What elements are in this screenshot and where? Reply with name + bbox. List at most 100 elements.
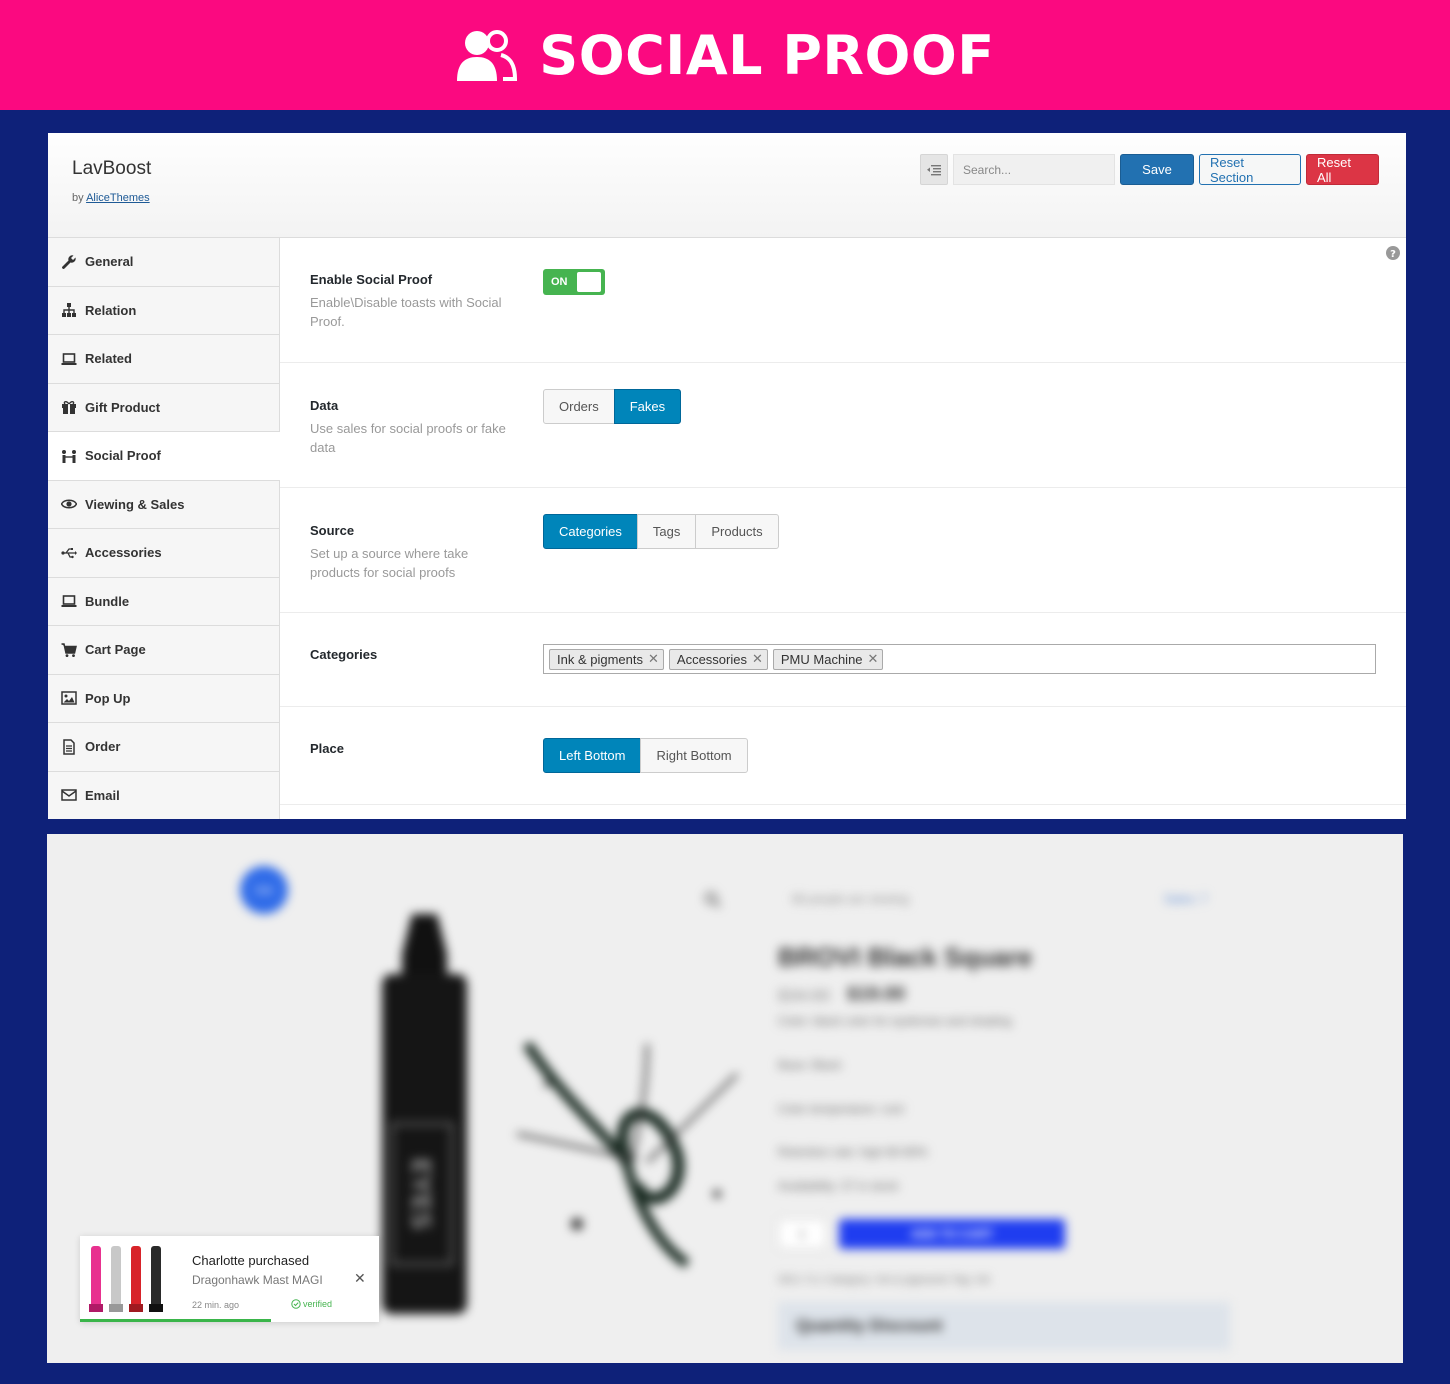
sidebar-item-general[interactable]: General (48, 238, 279, 287)
field-title: Place (310, 741, 344, 756)
product-spec: Base: Black (778, 1058, 842, 1072)
new-price: $19.00 (847, 984, 906, 1005)
sidebar-item-label: Gift Product (85, 399, 161, 415)
toggle-knob (577, 272, 601, 292)
categories-select[interactable]: Ink & pigments ✕ Accessories ✕ PMU Machi… (543, 644, 1376, 674)
verified-label: verified (303, 1299, 333, 1309)
toast-progress-bar (80, 1319, 272, 1322)
sidebar-item-social-proof[interactable]: Social Proof (48, 432, 280, 481)
banner-title: SOCIAL PROOF (539, 23, 995, 87)
check-circle-icon (291, 1299, 301, 1309)
cart-icon (61, 643, 77, 657)
users-icon (457, 30, 518, 81)
wrench-icon (62, 255, 76, 269)
help-icon[interactable]: ? (1386, 246, 1400, 260)
list-icon (927, 164, 941, 175)
product-meta: SKU: 5.1 Category: Ink & pigments Tag: I… (778, 1274, 990, 1286)
product-spec: Availability: 37 in stock (778, 1179, 899, 1193)
sidebar-item-cart-page[interactable]: Cart Page (48, 626, 279, 675)
field-categories: Categories Ink & pigments ✕ Accessories … (280, 613, 1406, 707)
source-option-tags[interactable]: Tags (636, 514, 697, 549)
field-title: Source (310, 523, 355, 538)
sidebar-item-label: Email (85, 787, 120, 803)
data-option-fakes[interactable]: Fakes (613, 389, 682, 424)
old-price: $34.00 (778, 986, 830, 1005)
zoom-icon (705, 892, 721, 908)
social-proof-toast[interactable]: Charlotte purchased Dragonhawk Mast MAGI… (80, 1236, 379, 1322)
sidebar-item-label: Viewing & Sales (85, 496, 185, 512)
product-bottle-image: EYES (382, 914, 467, 1314)
sidebar-item-label: Accessories (85, 545, 162, 561)
field-label: Source Set up a source where take produc… (310, 523, 543, 612)
sidebar-item-pop-up[interactable]: Pop Up (48, 674, 279, 723)
reset-all-button[interactable]: Reset All (1306, 154, 1379, 185)
sidebar-item-label: Bundle (85, 593, 130, 609)
app-name: LavBoost (72, 158, 152, 179)
sales-count: Sales: 7 (1164, 892, 1208, 906)
tag-label: Ink & pigments (557, 651, 643, 667)
place-option-right-bottom[interactable]: Right Bottom (640, 738, 748, 773)
data-option-orders[interactable]: Orders (543, 389, 615, 424)
sidebar-item-label: General (85, 254, 134, 270)
sidebar-item-label: Cart Page (85, 642, 146, 658)
field-source: Source Set up a source where take produc… (280, 488, 1406, 613)
field-place: Place Left Bottom Right Bottom (280, 707, 1406, 805)
sidebar-item-related[interactable]: Related (48, 335, 279, 384)
usb-icon (61, 547, 77, 558)
field-label: Categories (310, 647, 543, 706)
remove-tag-icon[interactable]: ✕ (752, 651, 763, 667)
place-button-group: Left Bottom Right Bottom (543, 738, 748, 773)
sidebar-item-relation[interactable]: Relation (48, 286, 279, 335)
tag-label: PMU Machine (780, 651, 863, 667)
product-spec: Color: black color for eyebrows and shad… (778, 1014, 1012, 1028)
source-option-categories[interactable]: Categories (543, 514, 638, 549)
viewing-count: 66 people are viewing (792, 892, 909, 906)
remove-tag-icon[interactable]: ✕ (868, 651, 879, 667)
expand-options-button[interactable] (920, 154, 948, 185)
ink-splash-image (516, 1041, 739, 1269)
sidebar: General Relation Related Gift Product So… (48, 238, 280, 819)
sidebar-item-bundle[interactable]: Bundle (48, 577, 279, 626)
place-option-left-bottom[interactable]: Left Bottom (543, 738, 642, 773)
settings-panel: LavBoost by AliceThemes Save Reset Secti… (48, 133, 1406, 819)
field-title: Categories (310, 647, 378, 662)
sidebar-item-accessories[interactable]: Accessories (48, 529, 279, 578)
sidebar-item-label: Social Proof (85, 448, 161, 464)
field-label: Data Use sales for social proofs or fake… (310, 398, 543, 487)
toast-customer: Charlotte purchased (192, 1253, 310, 1268)
remove-tag-icon[interactable]: ✕ (648, 651, 659, 667)
tag-label: Accessories (676, 651, 747, 667)
field-label: Place (310, 741, 543, 804)
source-button-group: Categories Tags Products (543, 514, 779, 549)
field-control: Ink & pigments ✕ Accessories ✕ PMU Machi… (543, 644, 1376, 706)
enable-toggle[interactable]: ON (543, 269, 605, 295)
sidebar-item-viewing-sales[interactable]: Viewing & Sales (48, 480, 279, 529)
toast-product: Dragonhawk Mast MAGI (192, 1273, 323, 1287)
reset-section-button[interactable]: Reset Section (1199, 154, 1301, 185)
svg-text:?: ? (1390, 249, 1396, 260)
header-actions: Save Reset Section Reset All (920, 154, 1379, 185)
laptop-icon (61, 352, 77, 365)
toast-close-icon[interactable]: ✕ (354, 1270, 366, 1287)
sidebar-item-gift-product[interactable]: Gift Product (48, 383, 279, 432)
quantity-input[interactable]: 1 (778, 1219, 826, 1249)
product-spec: Color temperature: cool (778, 1102, 904, 1116)
social-icon (62, 449, 76, 463)
sitemap-icon (62, 303, 76, 318)
sidebar-item-order[interactable]: Order (48, 723, 279, 772)
settings-content: ? Enable Social Proof Enable\Disable toa… (280, 238, 1406, 819)
source-option-products[interactable]: Products (695, 514, 779, 549)
sidebar-item-email[interactable]: Email (48, 771, 279, 819)
field-enable-social-proof: Enable Social Proof Enable\Disable toast… (280, 238, 1406, 363)
search-input[interactable] (953, 154, 1115, 185)
field-control: Orders Fakes (543, 389, 682, 487)
author-link[interactable]: AliceThemes (86, 192, 150, 204)
panel-body: General Relation Related Gift Product So… (48, 238, 1406, 819)
product-preview: Sale EYES 66 people are viewing Sales: 7… (47, 834, 1403, 1363)
field-control: Categories Tags Products (543, 514, 779, 612)
save-button[interactable]: Save (1120, 154, 1194, 185)
product-thumbnail (89, 1246, 163, 1312)
data-button-group: Orders Fakes (543, 389, 682, 424)
add-to-cart-button[interactable]: ADD TO CART (839, 1219, 1065, 1249)
field-control: Left Bottom Right Bottom (543, 738, 748, 804)
